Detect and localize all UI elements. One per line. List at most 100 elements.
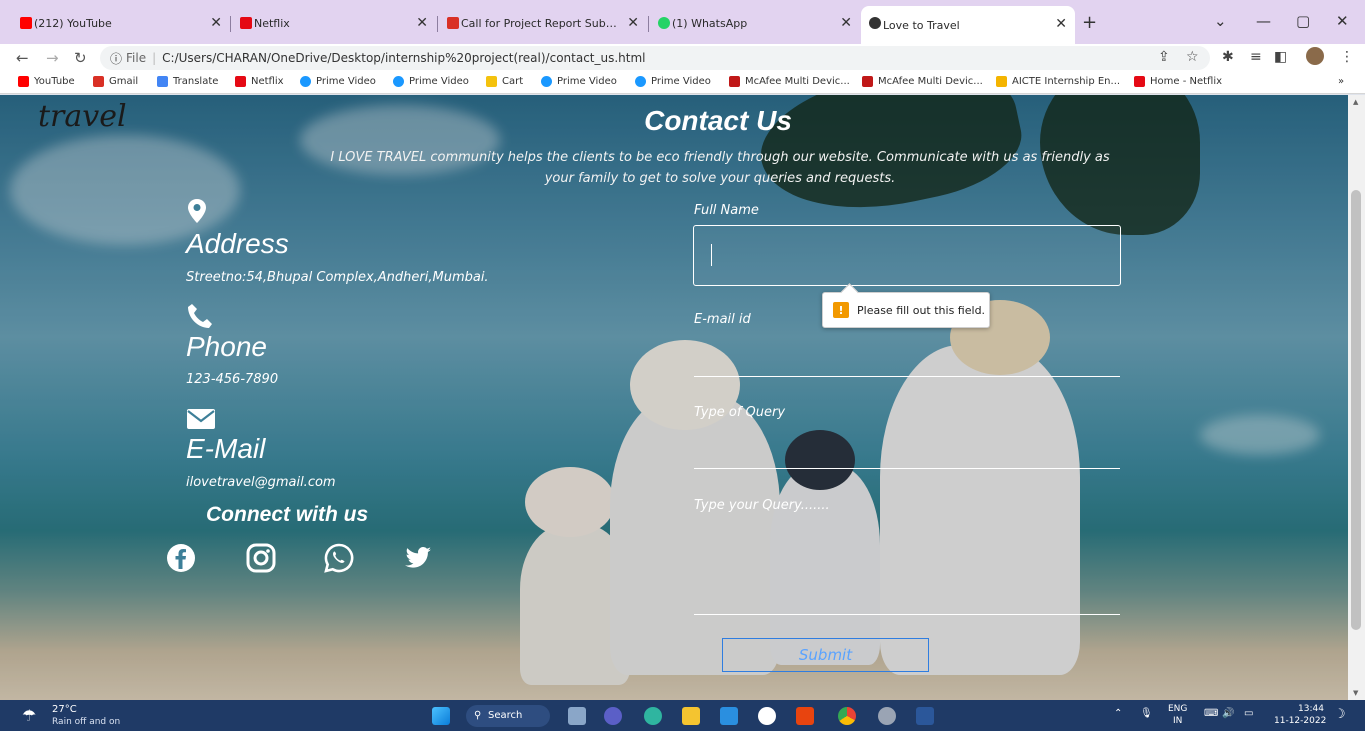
close-icon[interactable]: ✕ [1055, 16, 1067, 32]
scroll-down-icon[interactable]: ▼ [1353, 689, 1358, 697]
region-indicator[interactable]: IN [1173, 716, 1182, 726]
full-name-input[interactable] [693, 225, 1121, 286]
netflix-icon [1134, 76, 1145, 87]
whatsapp-icon [658, 17, 670, 29]
clock-time[interactable]: 13:44 [1298, 704, 1324, 714]
edge-icon[interactable] [644, 707, 662, 725]
bookmark-home-netflix[interactable]: Home - Netflix [1134, 76, 1222, 87]
taskbar-search[interactable]: ⚲ Search [466, 705, 550, 727]
scrollbar-thumb[interactable] [1351, 190, 1361, 630]
address-text: Streetno:54,Bhupal Complex,Andheri,Mumba… [186, 270, 489, 285]
tab-search-chevron-icon[interactable]: ⌄ [1214, 12, 1227, 30]
battery-icon[interactable]: ▭ [1244, 708, 1253, 719]
new-tab-button[interactable]: + [1082, 12, 1097, 33]
bookmark-label: Home - Netflix [1150, 76, 1223, 87]
close-icon[interactable]: ✕ [840, 15, 852, 31]
page-scrollbar[interactable]: ▲ ▼ [1348, 95, 1365, 700]
close-icon[interactable]: ✕ [627, 15, 639, 31]
bookmark-youtube[interactable]: YouTube [18, 76, 75, 87]
email-input[interactable] [694, 376, 1120, 377]
instagram-icon[interactable] [246, 543, 276, 573]
phone-title: Phone [186, 331, 267, 362]
extensions-icon[interactable]: ✱ [1222, 49, 1234, 65]
tab-whatsapp[interactable]: (1) WhatsApp ✕ [650, 8, 860, 38]
office-icon[interactable] [796, 707, 814, 725]
teams-icon[interactable] [604, 707, 622, 725]
clock-date[interactable]: 11-12-2022 [1274, 716, 1326, 726]
bookmark-cart[interactable]: Cart [486, 76, 523, 87]
close-window-button[interactable]: ✕ [1336, 12, 1349, 30]
dell-icon[interactable] [758, 707, 776, 725]
avatar[interactable] [1306, 47, 1324, 65]
bookmark-prime-video[interactable]: Prime Video [541, 76, 617, 87]
bookmark-label: Prime Video [557, 76, 617, 87]
bookmark-label: Gmail [109, 76, 139, 87]
volume-icon[interactable]: 🔊 [1222, 708, 1234, 719]
url-text[interactable]: C:/Users/CHARAN/OneDrive/Desktop/interns… [162, 51, 645, 65]
minimize-button[interactable]: — [1256, 12, 1271, 30]
mail-icon[interactable] [720, 707, 738, 725]
play-icon [393, 76, 404, 87]
query-type-label: Type of Query [694, 405, 786, 420]
youtube-icon [20, 17, 32, 29]
reading-list-icon[interactable]: ≡ [1250, 49, 1262, 65]
settings-gear-icon[interactable] [878, 707, 896, 725]
maximize-button[interactable]: ▢ [1296, 12, 1310, 30]
language-indicator[interactable]: ENG [1168, 704, 1187, 714]
microphone-icon[interactable]: 🎙 [1140, 708, 1153, 719]
twitter-icon[interactable] [403, 543, 433, 573]
close-icon[interactable]: ✕ [416, 15, 428, 31]
bookmark-label: Prime Video [316, 76, 376, 87]
address-bar[interactable]: ⓘ File | C:/Users/CHARAN/OneDrive/Deskto… [100, 46, 1210, 70]
shield-icon [729, 76, 740, 87]
info-icon[interactable]: ⓘ [110, 50, 122, 67]
reload-button[interactable]: ↻ [74, 49, 87, 67]
bookmark-prime-video[interactable]: Prime Video [635, 76, 711, 87]
bookmark-mcafee[interactable]: McAfee Multi Devic... [729, 76, 850, 87]
bookmark-translate[interactable]: Translate [157, 76, 218, 87]
bookmark-prime-video[interactable]: Prime Video [393, 76, 469, 87]
tab-label: Netflix [254, 16, 290, 30]
side-panel-icon[interactable]: ◧ [1274, 49, 1287, 65]
query-textarea[interactable] [694, 614, 1120, 615]
submit-button[interactable]: Submit [722, 638, 929, 672]
tab-love-to-travel[interactable]: Love to Travel ✕ [861, 6, 1075, 44]
word-icon[interactable] [916, 707, 934, 725]
tab-youtube[interactable]: (212) YouTube ✕ [12, 8, 230, 38]
task-view-icon[interactable] [568, 707, 586, 725]
search-icon: ⚲ [474, 710, 482, 721]
connect-title: Connect with us [206, 503, 369, 526]
bookmark-prime-video[interactable]: Prime Video [300, 76, 376, 87]
bookmark-star-icon[interactable]: ☆ [1186, 49, 1199, 65]
file-explorer-icon[interactable] [682, 707, 700, 725]
windows-start-icon[interactable] [432, 707, 450, 725]
more-bookmarks-button[interactable]: » [1338, 76, 1344, 87]
network-icon[interactable]: ⌨ [1204, 708, 1218, 719]
weather-text[interactable]: Rain off and on [52, 717, 120, 727]
whatsapp-icon[interactable] [324, 543, 354, 573]
menu-icon[interactable]: ⋮ [1340, 49, 1354, 65]
chrome-icon[interactable] [838, 707, 856, 725]
tab-gmail[interactable]: Call for Project Report Submissior ✕ [439, 8, 647, 38]
location-pin-icon [188, 199, 206, 223]
bookmark-gmail[interactable]: Gmail [93, 76, 138, 87]
gmail-icon [93, 76, 104, 87]
weather-icon[interactable]: ☂ [22, 706, 36, 725]
close-icon[interactable]: ✕ [210, 15, 222, 31]
back-button[interactable]: ← [16, 49, 29, 67]
bookmark-label: Prime Video [409, 76, 469, 87]
share-icon[interactable]: ⇪ [1158, 49, 1170, 65]
forward-button[interactable]: → [46, 49, 59, 67]
facebook-icon[interactable] [166, 543, 196, 573]
scroll-up-icon[interactable]: ▲ [1353, 98, 1358, 106]
bookmark-mcafee[interactable]: McAfee Multi Devic... [862, 76, 983, 87]
chevron-up-icon[interactable]: ⌃ [1114, 708, 1122, 719]
bookmark-aicte[interactable]: AICTE Internship En... [996, 76, 1120, 87]
query-type-input[interactable] [694, 468, 1120, 469]
bookmark-label: Netflix [251, 76, 284, 87]
bookmark-label: YouTube [34, 76, 75, 87]
notifications-icon[interactable]: ☽ [1334, 707, 1346, 722]
tab-netflix[interactable]: Netflix ✕ [232, 8, 436, 38]
bookmark-netflix[interactable]: Netflix [235, 76, 284, 87]
weather-temp[interactable]: 27°C [52, 704, 77, 715]
